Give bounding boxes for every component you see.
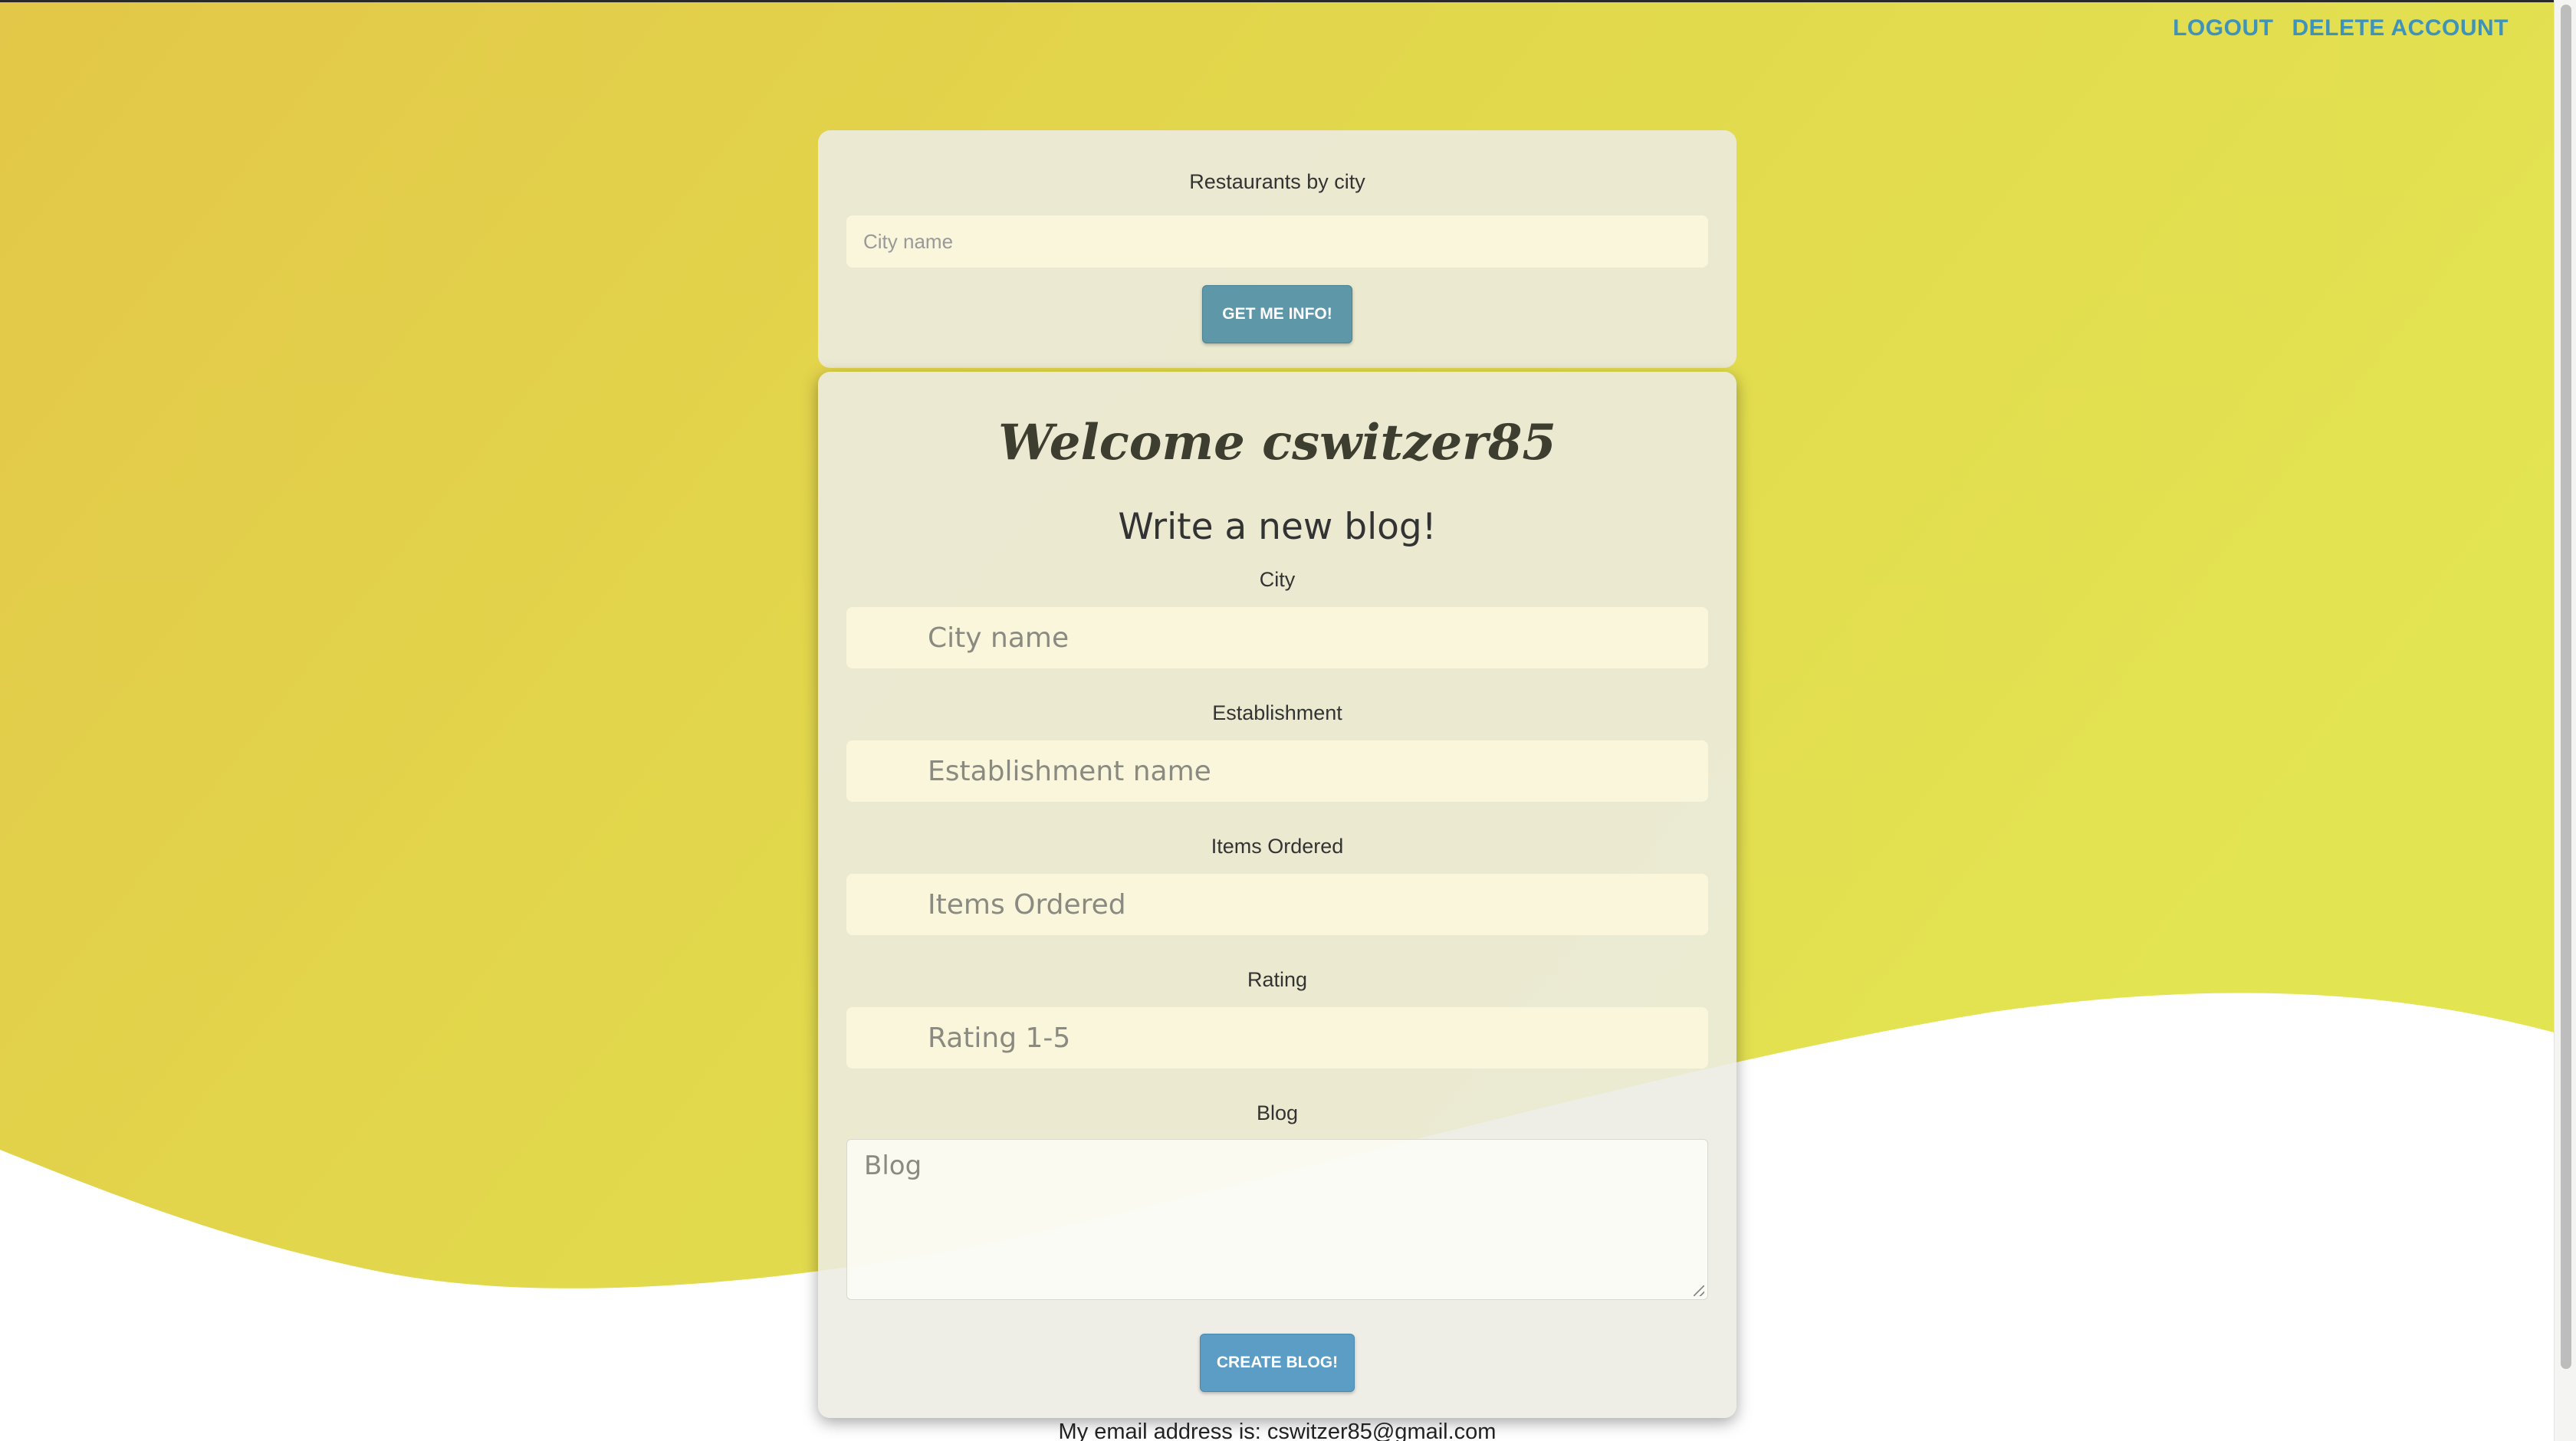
form-subtitle: Write a new blog! (1118, 506, 1437, 548)
city-label: City (1259, 568, 1296, 591)
city-search-input[interactable]: City name (846, 215, 1708, 268)
welcome-heading: Welcome cswitzer85 (998, 414, 1556, 471)
items-ordered-label: Items Ordered (1211, 835, 1344, 858)
establishment-input[interactable]: Establishment name (846, 740, 1708, 802)
top-nav: LOGOUT DELETE ACCOUNT (2173, 15, 2509, 41)
get-me-info-button[interactable]: GET ME INFO! (1202, 285, 1352, 343)
new-blog-card: Welcome cswitzer85 Write a new blog! Cit… (818, 372, 1737, 1418)
establishment-label: Establishment (1212, 701, 1342, 724)
search-title: Restaurants by city (1189, 170, 1365, 193)
footer-email: My email address is: cswitzer85@gmail.co… (1058, 1420, 1497, 1441)
rating-label: Rating (1247, 968, 1308, 991)
blog-textarea[interactable]: Blog (846, 1139, 1708, 1300)
scrollbar[interactable] (2554, 0, 2576, 1441)
restaurant-search-card: Restaurants by city City name GET ME INF… (818, 130, 1737, 368)
scrollbar-thumb[interactable] (2561, 5, 2571, 1369)
city-input[interactable]: City name (846, 607, 1708, 668)
items-ordered-input[interactable]: Items Ordered (846, 874, 1708, 935)
resize-grip-icon[interactable] (1694, 1285, 1704, 1296)
blog-placeholder: Blog (864, 1151, 922, 1181)
rating-input[interactable]: Rating 1-5 (846, 1007, 1708, 1068)
blog-label: Blog (1256, 1101, 1299, 1124)
delete-account-link[interactable]: DELETE ACCOUNT (2292, 15, 2509, 41)
window-top-border (0, 0, 2576, 2)
logout-link[interactable]: LOGOUT (2173, 15, 2273, 41)
create-blog-button[interactable]: CREATE BLOG! (1200, 1334, 1355, 1392)
